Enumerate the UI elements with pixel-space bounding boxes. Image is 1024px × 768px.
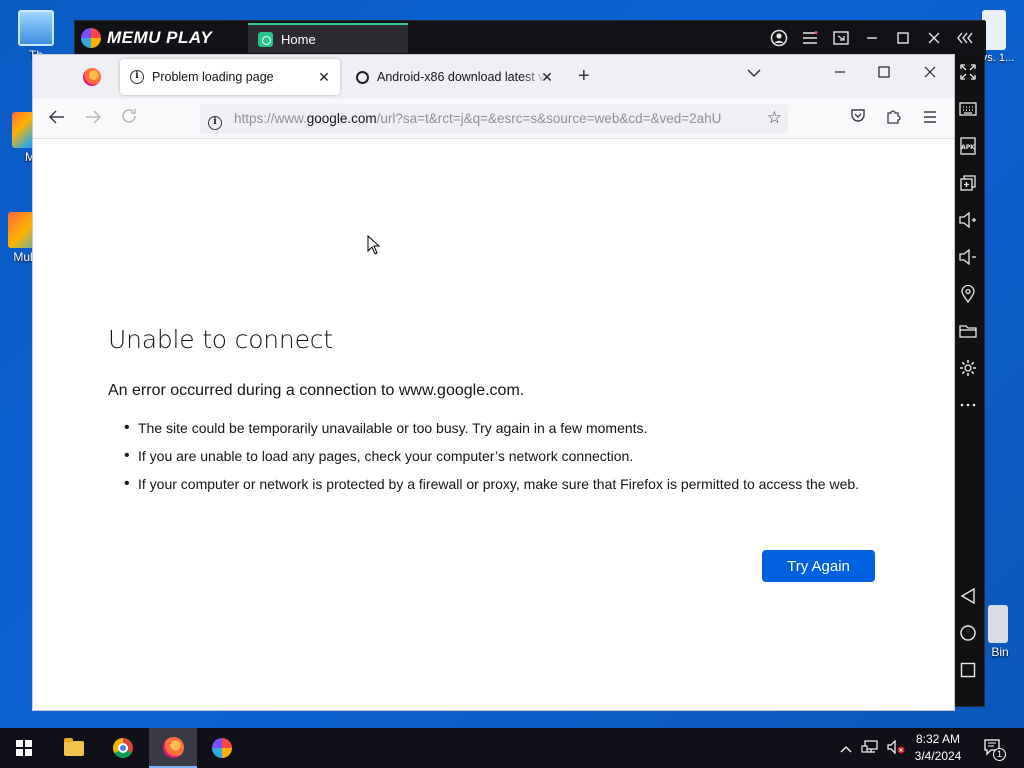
folder-icon[interactable] bbox=[952, 316, 984, 346]
keyboard-icon[interactable] bbox=[952, 94, 984, 124]
extensions-puzzle-icon[interactable] bbox=[883, 108, 905, 130]
multi-instance-icon[interactable] bbox=[952, 168, 984, 198]
error-title: Unable to connect bbox=[108, 325, 333, 354]
maximize-icon[interactable] bbox=[869, 65, 899, 82]
desktop-icon-label: Bin bbox=[991, 645, 1009, 659]
close-window-icon[interactable] bbox=[915, 65, 945, 82]
try-again-button[interactable]: Try Again bbox=[762, 550, 875, 582]
close-tab-icon[interactable]: ✕ bbox=[316, 69, 332, 86]
clock-date: 3/4/2024 bbox=[914, 749, 962, 763]
nav-bar: i https://www.google.com/url?sa=t&rct=j&… bbox=[33, 99, 954, 139]
volume-down-icon[interactable] bbox=[952, 242, 984, 272]
list-all-tabs-chevron-down-icon[interactable] bbox=[747, 65, 761, 83]
forward-arrow-icon[interactable] bbox=[81, 108, 105, 130]
tab-android-x86[interactable]: Android-x86 download latest ve ✕ bbox=[345, 59, 563, 95]
memu-sidebar: APK bbox=[952, 55, 984, 706]
memu-icon bbox=[212, 738, 232, 758]
desktop-icon-recycle-bin[interactable]: Bin bbox=[982, 605, 1018, 659]
firefox-icon bbox=[162, 736, 184, 758]
volume-muted-icon[interactable] bbox=[886, 739, 906, 757]
new-tab-plus-icon[interactable]: + bbox=[578, 66, 590, 86]
tab-bar: i Problem loading page ✕ Android-x86 dow… bbox=[33, 55, 954, 99]
file-explorer-button[interactable] bbox=[50, 728, 98, 768]
minimize-icon[interactable] bbox=[825, 65, 855, 82]
firefox-window: i Problem loading page ✕ Android-x86 dow… bbox=[33, 55, 954, 710]
memu-titlebar: MEMU PLAY Home bbox=[75, 21, 986, 55]
chevron-up-icon[interactable] bbox=[838, 741, 854, 756]
memu-window-controls bbox=[763, 21, 980, 55]
error-subtitle: An error occurred during a connection to… bbox=[108, 382, 525, 399]
bookmark-star-icon[interactable]: ☆ bbox=[767, 108, 782, 128]
url-bar[interactable]: i https://www.google.com/url?sa=t&rct=j&… bbox=[200, 104, 788, 134]
memu-taskbar-button[interactable] bbox=[198, 728, 246, 768]
url-host: google.com bbox=[306, 111, 377, 126]
chrome-icon bbox=[113, 738, 133, 758]
app-menu-hamburger-icon[interactable] bbox=[919, 108, 941, 130]
url-path: /url?sa=t&rct=j&q=&esrc=s&source=web&cd=… bbox=[376, 111, 722, 126]
tab-problem-loading[interactable]: i Problem loading page ✕ bbox=[120, 59, 340, 95]
network-icon[interactable] bbox=[860, 739, 880, 757]
url-text[interactable]: https://www.google.com/url?sa=t&rct=j&q=… bbox=[234, 111, 752, 126]
reload-icon[interactable] bbox=[117, 108, 141, 130]
chrome-button[interactable] bbox=[99, 728, 147, 768]
firefox-taskbar-button[interactable] bbox=[149, 728, 197, 768]
taskbar: 8:32 AM 3/4/2024 1 bbox=[0, 728, 1024, 768]
memu-tab-label: Home bbox=[281, 31, 316, 47]
memu-logo-text: MEMU PLAY bbox=[107, 28, 213, 47]
clock-time: 8:32 AM bbox=[915, 732, 961, 746]
notification-count-badge: 1 bbox=[993, 748, 1006, 761]
back-arrow-icon[interactable] bbox=[45, 108, 69, 130]
screen-adapt-icon[interactable] bbox=[825, 21, 856, 55]
tab-title: Android-x86 download latest ve bbox=[377, 70, 547, 84]
more-icon[interactable] bbox=[952, 390, 984, 420]
firefox-view-icon[interactable] bbox=[83, 68, 101, 86]
svg-text:APK: APK bbox=[961, 144, 975, 151]
home-app-icon bbox=[258, 31, 273, 47]
volume-up-icon[interactable] bbox=[952, 205, 984, 235]
info-icon: i bbox=[130, 70, 144, 84]
memu-logo: MEMU PLAY bbox=[81, 27, 212, 49]
recent-apps-square-icon[interactable] bbox=[952, 655, 984, 685]
list-item: If your computer or network is protected… bbox=[124, 474, 888, 494]
error-suggestions: The site could be temporarily unavailabl… bbox=[124, 418, 888, 494]
menu-icon[interactable] bbox=[794, 21, 825, 55]
monitor-icon bbox=[18, 10, 54, 46]
tab-title: Problem loading page bbox=[152, 70, 274, 84]
site-info-icon[interactable]: i bbox=[208, 111, 222, 130]
start-button[interactable] bbox=[0, 728, 48, 768]
back-triangle-icon[interactable] bbox=[952, 581, 984, 611]
url-prefix: https://www. bbox=[234, 111, 307, 126]
list-item: If you are unable to load any pages, che… bbox=[124, 446, 888, 466]
location-icon[interactable] bbox=[952, 279, 984, 309]
pocket-icon[interactable] bbox=[847, 108, 869, 130]
close-tab-icon[interactable]: ✕ bbox=[539, 69, 555, 86]
collapse-sidebar-icon[interactable] bbox=[949, 21, 980, 55]
maximize-icon[interactable] bbox=[887, 21, 918, 55]
error-content: Unable to connect An error occurred duri… bbox=[108, 325, 888, 502]
settings-gear-icon[interactable] bbox=[952, 353, 984, 383]
windows-logo-icon bbox=[16, 740, 32, 756]
memu-tab-home[interactable]: Home bbox=[248, 23, 408, 53]
fullscreen-icon[interactable] bbox=[952, 57, 984, 87]
minimize-icon[interactable] bbox=[856, 21, 887, 55]
notification-center-icon[interactable]: 1 bbox=[982, 738, 1006, 761]
home-circle-icon[interactable] bbox=[952, 618, 984, 648]
account-icon[interactable] bbox=[763, 21, 794, 55]
list-item: The site could be temporarily unavailabl… bbox=[124, 418, 888, 438]
memu-logo-icon bbox=[81, 28, 101, 48]
recycle-bin-icon bbox=[988, 605, 1008, 643]
system-tray bbox=[838, 728, 906, 768]
clock[interactable]: 8:32 AM 3/4/2024 bbox=[905, 731, 971, 765]
apk-install-icon[interactable]: APK bbox=[952, 131, 984, 161]
close-icon[interactable] bbox=[918, 21, 949, 55]
folder-icon bbox=[64, 737, 84, 756]
site-favicon-icon bbox=[355, 70, 369, 84]
